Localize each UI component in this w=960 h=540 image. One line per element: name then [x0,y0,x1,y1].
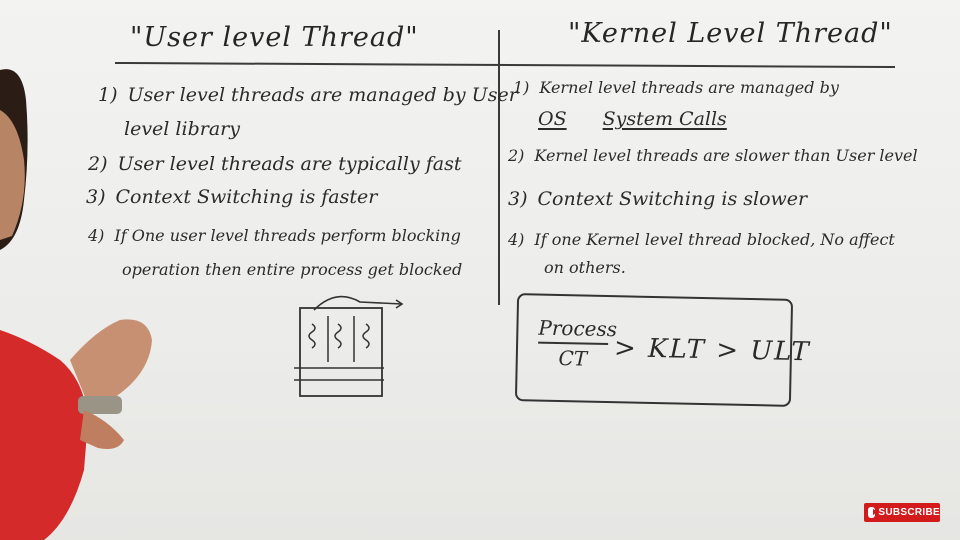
formula-comparison: > KLT > ULT [613,333,811,368]
horizontal-divider [115,61,895,69]
list-item: 2) Kernel level threads are slower than U… [508,146,918,165]
fraction-denominator: CT [558,346,588,371]
list-item: 4) If one Kernel level thread blocked, No… [508,230,895,249]
subscribe-button[interactable]: SUBSCRIBE [864,503,940,522]
list-item-continuation: on others. [544,258,626,277]
list-item-continuation: operation then entire process get blocke… [122,260,463,279]
presenter-silhouette [0,69,152,540]
system-calls-underlined: System Calls [602,108,727,130]
fraction-numerator: Process [538,315,617,346]
list-item: 3) Context Switching is slower [508,188,808,210]
process-over-ct-fraction: Process CT [538,315,617,371]
os-underlined: OS [538,108,567,130]
process-thread-diagram [294,295,404,397]
formula-box: Process CT > KLT > ULT [514,293,811,407]
vertical-divider [498,30,500,305]
whiteboard: "User level Thread" "Kernel Level Thread… [0,0,960,540]
kernel-level-thread-title: "Kernel Level Thread" [568,18,893,49]
list-item-continuation: OS System Calls [538,108,727,130]
list-item: 1) Kernel level threads are managed by [513,78,839,97]
subscribe-label: SUBSCRIBE [878,507,940,518]
user-level-thread-title: "User level Thread" [130,22,419,53]
play-icon [868,507,879,518]
